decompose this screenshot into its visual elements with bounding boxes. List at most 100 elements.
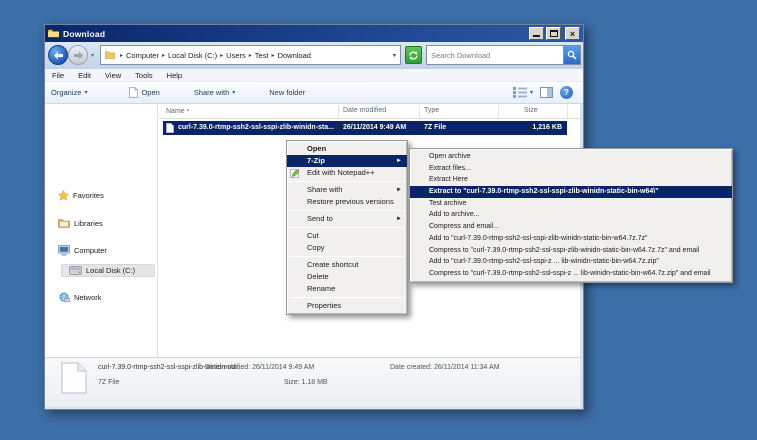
menu-edit[interactable]: Edit <box>78 71 91 80</box>
submenu-item-compress-and-email[interactable]: Compress and email... <box>410 221 732 233</box>
sidebar-item-libraries[interactable]: Libraries <box>58 218 103 228</box>
recent-pages-dropdown-icon[interactable]: ▾ <box>91 52 94 59</box>
submenu-item-add-to-archive[interactable]: Add to archive... <box>410 209 732 221</box>
context-menu-item-open[interactable]: Open <box>287 143 407 155</box>
file-row-selected[interactable]: curl-7.39.0-rtmp-ssh2-ssl-sspi-zlib-wini… <box>163 121 567 135</box>
desktop: Download × ▾ ▸ Computer ▸ <box>0 0 757 440</box>
breadcrumb-separator-icon: ▸ <box>162 52 165 59</box>
network-icon <box>58 292 70 303</box>
submenu-item-open-archive[interactable]: Open archive <box>410 151 732 163</box>
organize-button[interactable]: Organize▾ <box>45 85 93 100</box>
sidebar-item-computer[interactable]: Computer <box>58 245 107 256</box>
context-menu-item-create-shortcut[interactable]: Create shortcut <box>287 259 407 271</box>
dropdown-icon: ▾ <box>530 89 533 96</box>
sidebar-item-network[interactable]: Network <box>58 292 102 303</box>
views-icon <box>513 87 527 98</box>
column-header-type[interactable]: Type <box>424 107 439 114</box>
dropdown-icon: ▾ <box>84 89 87 96</box>
address-dropdown-icon[interactable]: ▾ <box>393 52 396 59</box>
menu-separator <box>289 297 405 298</box>
file-icon <box>129 87 138 98</box>
submenu-arrow-icon: ► <box>396 184 402 196</box>
close-button[interactable]: × <box>565 27 580 40</box>
new-folder-button[interactable]: New folder <box>263 85 311 100</box>
context-menu-item-send-to[interactable]: Send to ► <box>287 213 407 225</box>
context-menu-item-properties[interactable]: Properties <box>287 300 407 312</box>
column-header-date-modified[interactable]: Date modified <box>343 107 386 114</box>
submenu-item-add-to-7z[interactable]: Add to "curl-7.39.0-rtmp-ssh2-ssl-sspi-z… <box>410 233 732 245</box>
address-breadcrumb-bar[interactable]: ▸ Computer ▸ Local Disk (C:) ▸ Users ▸ T… <box>100 45 401 65</box>
search-input[interactable] <box>427 51 563 60</box>
search-icon <box>567 50 577 60</box>
details-date-created: Date created: 26/11/2014 11:34 AM <box>390 364 499 371</box>
disk-drive-icon <box>69 266 82 275</box>
submenu-arrow-icon: ► <box>396 213 402 225</box>
back-button[interactable] <box>48 45 68 65</box>
menu-bar: File Edit View Tools Help <box>45 69 583 82</box>
submenu-item-add-to-zip[interactable]: Add to "curl-7.39.0-rtmp-ssh2-ssl-sspi-z… <box>410 256 732 268</box>
breadcrumb-separator-icon: ▸ <box>220 52 223 59</box>
maximize-button[interactable] <box>546 27 561 40</box>
context-menu-item-restore-previous-versions[interactable]: Restore previous versions <box>287 196 407 208</box>
file-name: curl-7.39.0-rtmp-ssh2-ssl-sspi-zlib-wini… <box>178 124 334 131</box>
column-header-size[interactable]: Size <box>524 107 538 114</box>
menu-file[interactable]: File <box>52 71 64 80</box>
minimize-button[interactable] <box>529 27 544 40</box>
context-menu-item-rename[interactable]: Rename <box>287 283 407 295</box>
views-button[interactable]: ▾ <box>513 87 533 98</box>
details-pane: curl-7.39.0-rtmp-ssh2-ssl-sspi-zlib-wini… <box>45 357 580 407</box>
refresh-button[interactable] <box>405 46 422 64</box>
menu-tools[interactable]: Tools <box>135 71 153 80</box>
breadcrumb-separator-icon: ▸ <box>272 52 275 59</box>
breadcrumb-users[interactable]: Users <box>226 51 246 60</box>
context-menu: Open 7-Zip ► Edit with Notepad++ Share w… <box>286 140 408 315</box>
breadcrumb-computer[interactable]: Computer <box>126 51 159 60</box>
file-size: 1,216 KB <box>532 124 562 131</box>
breadcrumb-separator-icon: ▸ <box>249 52 252 59</box>
menu-help[interactable]: Help <box>167 71 182 80</box>
file-icon-large <box>61 362 87 394</box>
context-menu-item-7zip[interactable]: 7-Zip ► <box>287 155 407 167</box>
context-menu-item-edit-with-notepadpp[interactable]: Edit with Notepad++ <box>287 167 407 179</box>
breadcrumb-test[interactable]: Test <box>255 51 269 60</box>
dropdown-icon: ▾ <box>232 89 235 96</box>
menu-separator <box>289 227 405 228</box>
preview-pane-icon[interactable] <box>540 87 553 98</box>
sidebar-item-local-disk[interactable]: Local Disk (C:) <box>69 266 135 275</box>
submenu-item-extract-to[interactable]: Extract to "curl-7.39.0-rtmp-ssh2-ssl-ss… <box>410 186 732 198</box>
folder-icon <box>48 29 59 38</box>
search-box[interactable] <box>426 45 581 65</box>
menu-separator <box>289 210 405 211</box>
star-icon <box>58 190 69 201</box>
breadcrumb-separator-icon: ▸ <box>120 52 123 59</box>
context-menu-item-delete[interactable]: Delete <box>287 271 407 283</box>
computer-icon <box>58 245 70 256</box>
address-folder-icon <box>105 51 115 59</box>
submenu-item-extract-files[interactable]: Extract files... <box>410 163 732 175</box>
column-header-name[interactable]: Name▴ <box>166 107 189 115</box>
breadcrumb-local-disk[interactable]: Local Disk (C:) <box>168 51 217 60</box>
context-menu-item-share-with[interactable]: Share with ► <box>287 184 407 196</box>
column-header-row: Name▴ Date modified Type Size <box>159 104 580 119</box>
context-menu-item-copy[interactable]: Copy <box>287 242 407 254</box>
sidebar-item-favorites[interactable]: Favorites <box>58 190 104 201</box>
details-date-modified: Date modified: 26/11/2014 9:49 AM <box>205 364 314 371</box>
address-bar-row: ▾ ▸ Computer ▸ Local Disk (C:) ▸ Users ▸… <box>45 42 583 69</box>
breadcrumb-download[interactable]: Download <box>278 51 311 60</box>
menu-view[interactable]: View <box>105 71 121 80</box>
context-menu-item-cut[interactable]: Cut <box>287 230 407 242</box>
sort-ascending-icon: ▴ <box>187 107 190 113</box>
title-bar[interactable]: Download × <box>45 25 583 42</box>
submenu-item-extract-here[interactable]: Extract Here <box>410 174 732 186</box>
file-icon <box>166 123 174 133</box>
file-date-modified: 26/11/2014 9:49 AM <box>343 124 406 131</box>
share-with-button[interactable]: Share with▾ <box>188 85 241 100</box>
submenu-item-compress-to-7z-and-email[interactable]: Compress to "curl-7.39.0-rtmp-ssh2-ssl-s… <box>410 245 732 257</box>
submenu-item-test-archive[interactable]: Test archive <box>410 198 732 210</box>
search-button[interactable] <box>563 46 580 64</box>
forward-button[interactable] <box>68 45 88 65</box>
open-button[interactable]: Open <box>123 84 165 101</box>
submenu-item-compress-to-zip-and-email[interactable]: Compress to "curl-7.39.0-rtmp-ssh2-ssl-s… <box>410 268 732 280</box>
file-type: 7Z File <box>424 124 446 131</box>
help-icon[interactable]: ? <box>560 86 573 99</box>
